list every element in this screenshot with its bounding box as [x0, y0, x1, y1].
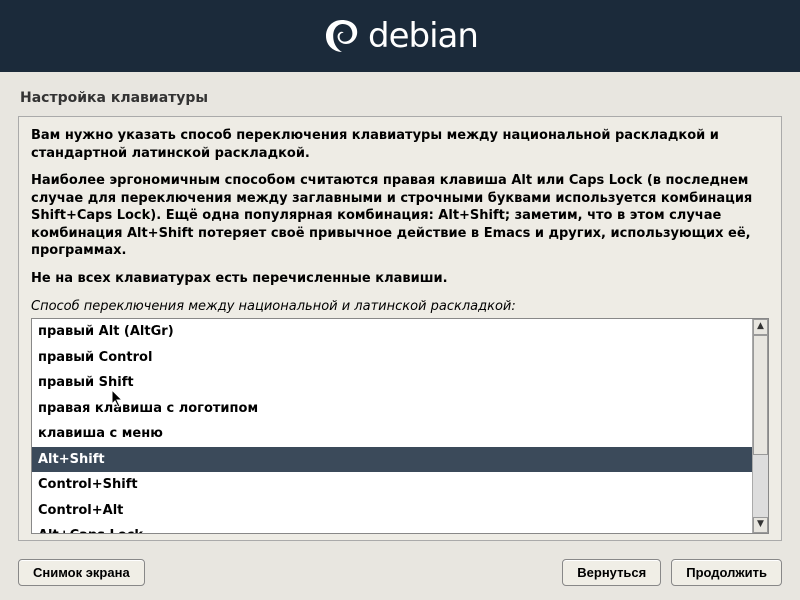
- scroll-up-icon[interactable]: ▲: [753, 319, 768, 335]
- description-p3: Не на всех клавиатурах есть перечисленны…: [31, 270, 769, 288]
- debian-logo: debian: [322, 16, 478, 56]
- description-p1: Вам нужно указать способ переключения кл…: [31, 127, 769, 162]
- list-prompt: Способ переключения между национальной и…: [31, 299, 769, 314]
- list-item[interactable]: правый Control: [32, 345, 752, 371]
- option-list[interactable]: правый Alt (AltGr)правый Controlправый S…: [32, 319, 752, 533]
- list-item[interactable]: Control+Alt: [32, 498, 752, 524]
- list-item[interactable]: клавиша с меню: [32, 421, 752, 447]
- scroll-down-icon[interactable]: ▼: [753, 517, 768, 533]
- toggle-method-list: правый Alt (AltGr)правый Controlправый S…: [31, 318, 769, 534]
- description-block: Вам нужно указать способ переключения кл…: [31, 127, 769, 297]
- installer-header: debian: [0, 0, 800, 72]
- scrollbar[interactable]: ▲ ▼: [752, 319, 768, 533]
- brand-name: debian: [368, 16, 478, 56]
- page-title: Настройка клавиатуры: [20, 90, 780, 106]
- scroll-thumb[interactable]: [753, 335, 768, 455]
- continue-button[interactable]: Продолжить: [671, 559, 782, 586]
- list-item[interactable]: правый Shift: [32, 370, 752, 396]
- list-item[interactable]: правая клавиша с логотипом: [32, 396, 752, 422]
- list-item[interactable]: правый Alt (AltGr): [32, 319, 752, 345]
- back-button[interactable]: Вернуться: [562, 559, 661, 586]
- main-content: Настройка клавиатуры Вам нужно указать с…: [0, 72, 800, 541]
- keyboard-config-panel: Вам нужно указать способ переключения кл…: [18, 116, 782, 541]
- list-item[interactable]: Alt+Shift: [32, 447, 752, 473]
- debian-swirl-icon: [322, 16, 362, 56]
- footer-bar: Снимок экрана Вернуться Продолжить: [0, 549, 800, 600]
- list-item[interactable]: Control+Shift: [32, 472, 752, 498]
- description-p2: Наиболее эргономичным способом считаются…: [31, 172, 769, 260]
- screenshot-button[interactable]: Снимок экрана: [18, 559, 145, 586]
- list-item[interactable]: Alt+Caps Lock: [32, 523, 752, 533]
